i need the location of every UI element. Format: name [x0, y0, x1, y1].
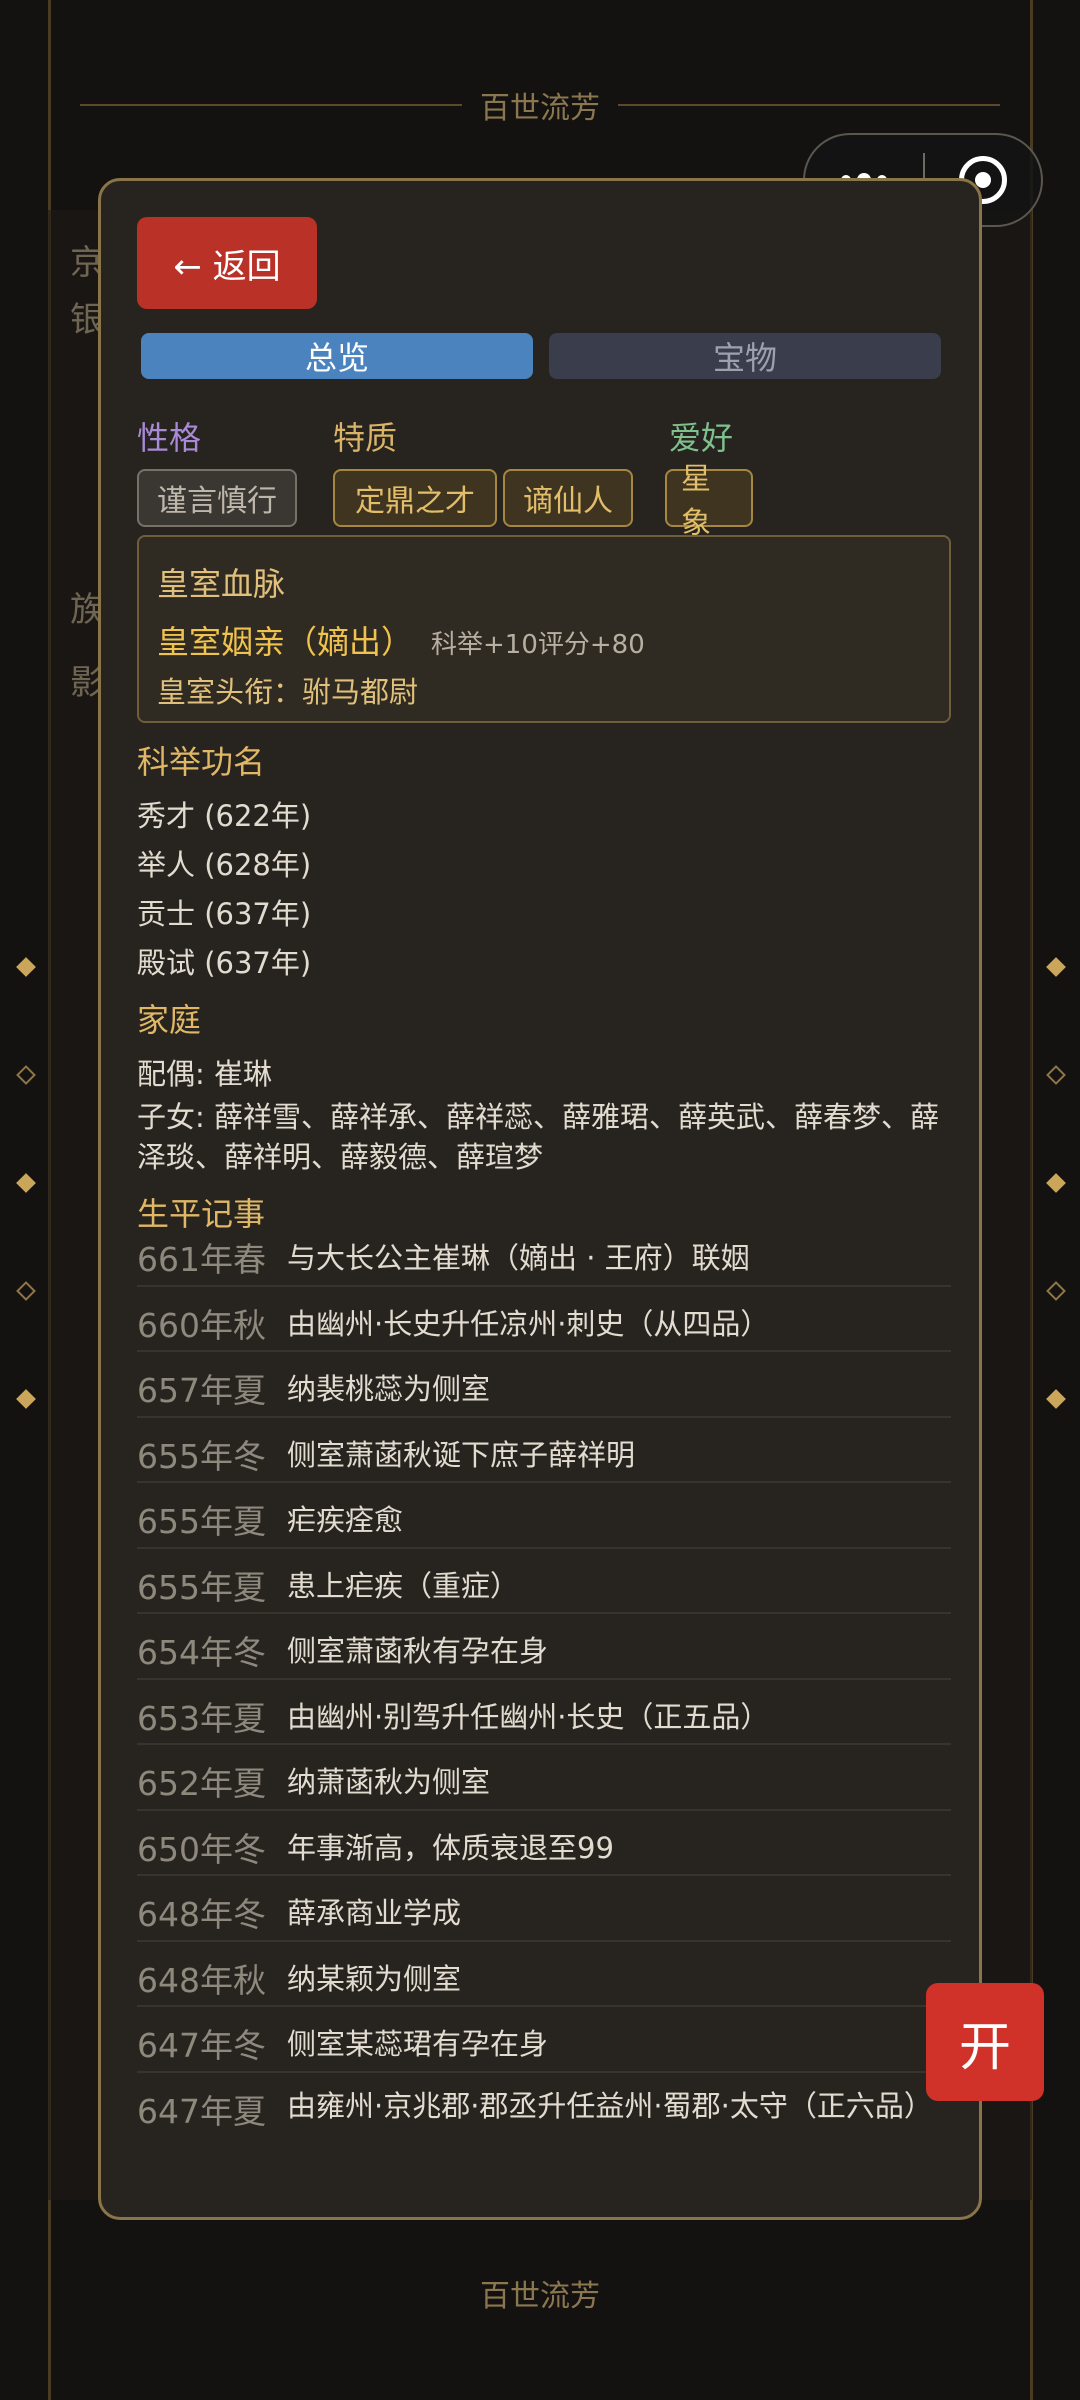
- event-date: 647年夏: [137, 2091, 266, 2131]
- event-row: 648年秋 纳某颖为侧室: [137, 1942, 951, 2007]
- tab-treasure[interactable]: 宝物: [549, 333, 941, 379]
- event-row: 652年夏 纳萧菡秋为侧室: [137, 1745, 951, 1811]
- character-detail-modal: ← 返回 总览 宝物 性格 特质 爱好 谨言慎行 定鼎之才 谪仙人 星象 皇室血…: [98, 178, 982, 2220]
- event-date: 655年夏: [137, 1567, 266, 1607]
- event-desc: 患上疟疾（重症）: [287, 1568, 520, 1603]
- exam-item: 举人 (628年): [137, 848, 312, 882]
- quality-tag[interactable]: 定鼎之才: [333, 469, 497, 527]
- personality-heading: 性格: [137, 419, 202, 457]
- royal-bonus: 科举+10评分+80: [431, 630, 645, 660]
- left-ornament: [16, 957, 36, 1500]
- diamond-outline-icon: [1046, 1065, 1066, 1085]
- right-ornament: [1046, 957, 1066, 1500]
- hobby-tag[interactable]: 星象: [665, 462, 753, 541]
- event-desc: 由幽州·长史升任凉州·刺史（从四品）: [287, 1306, 770, 1341]
- diamond-icon: [1046, 957, 1066, 977]
- back-button[interactable]: ← 返回: [137, 217, 317, 309]
- children-line: 子女: 薛祥雪、薛祥承、薛祥蕊、薛雅珺、薛英武、薛春梦、薛泽琰、薛祥明、薛毅德、…: [137, 1100, 939, 1174]
- personality-tag[interactable]: 谨言慎行: [137, 469, 297, 527]
- event-date: 652年夏: [137, 1764, 266, 1803]
- trait-headers: 性格 特质 爱好: [137, 413, 957, 457]
- event-date: 648年秋: [137, 1960, 266, 2000]
- tab-overview[interactable]: 总览: [141, 333, 533, 379]
- hobby-heading: 爱好: [669, 419, 734, 457]
- event-row: 653年夏 由幽州·别驾升任幽州·长史（正五品）: [137, 1680, 951, 1745]
- royal-bloodline-card: 皇室血脉 皇室姻亲（嫡出） 科举+10评分+80 皇室头衔：驸马都尉: [137, 535, 951, 723]
- exam-item: 秀才 (622年): [137, 799, 312, 833]
- event-desc: 疟疾痊愈: [287, 1503, 404, 1537]
- diamond-outline-icon: [16, 1281, 36, 1301]
- royal-relation: 皇室姻亲（嫡出） 科举+10评分+80: [157, 617, 645, 663]
- event-desc: 侧室某蕊珺有孕在身: [287, 2027, 549, 2061]
- exam-section-title: 科举功名: [137, 743, 266, 781]
- diamond-outline-icon: [1046, 1281, 1066, 1301]
- event-date: 650年冬: [137, 1829, 266, 1869]
- event-date: 661年春: [137, 1240, 266, 1279]
- event-desc: 纳萧菡秋为侧室: [287, 1765, 491, 1799]
- event-date: 648年冬: [137, 1895, 266, 1934]
- event-row: 647年冬 侧室某蕊珺有孕在身: [137, 2007, 951, 2073]
- event-date: 655年夏: [137, 1502, 266, 1541]
- event-desc: 与大长公主崔琳（嫡出 · 王府）联姻: [287, 1241, 750, 1275]
- quality-heading: 特质: [333, 419, 398, 457]
- event-date: 647年冬: [137, 2026, 266, 2065]
- diamond-outline-icon: [16, 1065, 36, 1085]
- event-row: 660年秋 由幽州·长史升任凉州·刺史（从四品）: [137, 1287, 951, 1352]
- family-section-title: 家庭: [137, 1001, 202, 1039]
- royal-relation-text: 皇室姻亲（嫡出）: [157, 623, 414, 661]
- event-row: 655年夏 患上疟疾（重症）: [137, 1549, 951, 1614]
- spouse-line: 配偶: 崔琳: [137, 1057, 272, 1091]
- event-row: 657年夏 纳裴桃蕊为侧室: [137, 1352, 951, 1418]
- event-desc: 纳裴桃蕊为侧室: [287, 1372, 491, 1406]
- quality-tag[interactable]: 谪仙人: [503, 469, 633, 527]
- event-date: 654年冬: [137, 1633, 266, 1672]
- banner-title: 百世流芳: [462, 83, 618, 127]
- event-row: 655年夏 疟疾痊愈: [137, 1483, 951, 1549]
- bottom-banner: 百世流芳: [48, 2258, 1032, 2328]
- event-date: 653年夏: [137, 1698, 266, 1738]
- event-desc: 年事渐高，体质衰退至99: [287, 1830, 614, 1865]
- event-desc: 侧室萧菡秋诞下庶子薛祥明: [287, 1437, 636, 1472]
- diamond-icon: [16, 1389, 36, 1409]
- event-row: 647年夏 由雍州·京兆郡·郡丞升任益州·蜀郡·太守（正六品）: [137, 2073, 951, 2169]
- event-row: 650年冬 年事渐高，体质衰退至99: [137, 1811, 951, 1876]
- event-desc: 侧室萧菡秋有孕在身: [287, 1634, 549, 1668]
- event-row: 648年冬 薛承商业学成: [137, 1876, 951, 1942]
- event-desc: 由幽州·别驾升任幽州·长史（正五品）: [287, 1699, 770, 1734]
- event-row: 655年冬 侧室萧菡秋诞下庶子薛祥明: [137, 1418, 951, 1483]
- exam-item: 贡士 (637年): [137, 897, 312, 931]
- event-row: 661年春 与大长公主崔琳（嫡出 · 王府）联姻: [137, 1221, 951, 1287]
- diamond-icon: [16, 1173, 36, 1193]
- diamond-icon: [1046, 1389, 1066, 1409]
- event-list: 661年春 与大长公主崔琳（嫡出 · 王府）联姻 660年秋 由幽州·长史升任凉州·…: [137, 1221, 951, 2169]
- open-button[interactable]: 开: [926, 1983, 1044, 2101]
- event-desc: 薛承商业学成: [287, 1896, 462, 1930]
- exam-item: 殿试 (637年): [137, 946, 312, 980]
- event-desc: 纳某颖为侧室: [287, 1961, 462, 1996]
- diamond-icon: [1046, 1173, 1066, 1193]
- banner-title-bottom: 百世流芳: [462, 2271, 618, 2315]
- event-date: 660年秋: [137, 1305, 266, 1345]
- top-banner: 百世流芳: [48, 70, 1032, 140]
- event-desc: 由雍州·京兆郡·郡丞升任益州·蜀郡·太守（正六品）: [287, 2088, 933, 2123]
- event-date: 655年冬: [137, 1436, 266, 1476]
- diamond-icon: [16, 957, 36, 977]
- event-row: 654年冬 侧室萧菡秋有孕在身: [137, 1614, 951, 1680]
- event-date: 657年夏: [137, 1371, 266, 1410]
- royal-title: 皇室血脉: [157, 565, 286, 603]
- royal-rank: 皇室头衔：驸马都尉: [157, 675, 419, 709]
- detail-tabs: 总览 宝物: [141, 333, 941, 379]
